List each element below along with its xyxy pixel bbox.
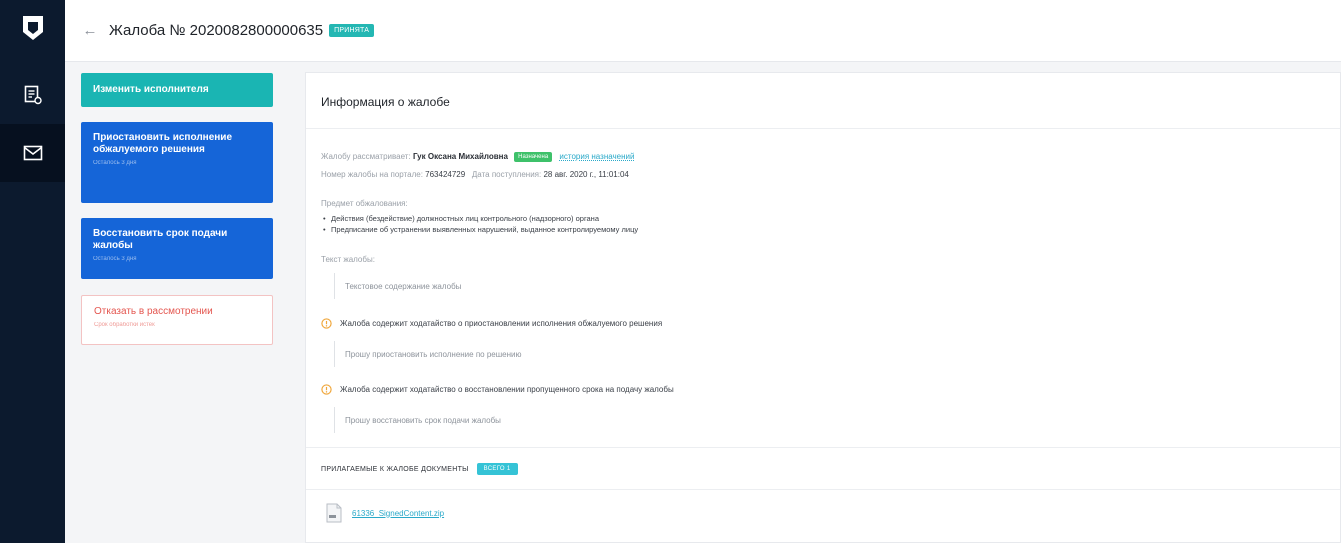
suspend-execution-label: Приостановить исполнение обжалуемого реш… (93, 132, 233, 155)
petition-restore-text: Жалоба содержит ходатайство о восстановл… (340, 385, 674, 394)
warning-icon (321, 384, 332, 395)
restore-deadline-label: Восстановить срок подачи жалобы (93, 228, 228, 251)
docs-count-badge: ВСЕГО 1 (476, 463, 518, 475)
page-title: Жалоба № 2020082800000635 (109, 22, 324, 39)
subject-label: Предмет обжалования: (321, 199, 408, 208)
nav-mail-button[interactable] (0, 124, 65, 182)
shield-logo-icon[interactable] (22, 15, 44, 41)
restore-deadline-remaining: Осталось 3 дня (93, 256, 137, 262)
restore-deadline-button[interactable]: Восстановить срок подачи жалобы Осталось… (81, 218, 273, 279)
change-executor-button[interactable]: Изменить исполнителя (81, 73, 273, 107)
nav-documents-button[interactable] (0, 66, 65, 124)
subject-list: Действия (бездействие) должностных лиц к… (321, 213, 638, 235)
attached-docs-title: ПРИЛАГАЕМЫЕ К ЖАЛОБЕ ДОКУМЕНТЫ (321, 465, 469, 473)
card-title: Информация о жалобе (321, 95, 450, 109)
complaint-text-label: Текст жалобы: (321, 255, 375, 264)
actions-panel: Изменить исполнителя Приостановить испол… (65, 62, 293, 543)
portal-number-label: Номер жалобы на портале: (321, 170, 423, 179)
main-content: Информация о жалобе Жалобу рассматривает… (293, 62, 1341, 543)
petition-restore-row: Жалоба содержит ходатайство о восстановл… (321, 384, 674, 395)
petition-restore-quote: Прошу восстановить срок подачи жалобы (334, 407, 501, 433)
back-arrow-icon[interactable]: ← (81, 22, 99, 40)
petition-suspend-text: Жалоба содержит ходатайство о приостанов… (340, 319, 663, 328)
attached-docs-heading: ПРИЛАГАЕМЫЕ К ЖАЛОБЕ ДОКУМЕНТЫ ВСЕГО 1 (321, 463, 518, 475)
divider (306, 128, 1340, 129)
attached-file[interactable]: 61336_SignedContent.zip (326, 503, 444, 523)
reviewer-label: Жалобу рассматривает: (321, 152, 411, 162)
app-root: ← Жалоба № 2020082800000635 ПРИНЯТА Изме… (0, 0, 1341, 543)
warning-icon (321, 318, 332, 329)
page-header: ← Жалоба № 2020082800000635 ПРИНЯТА (65, 0, 1341, 62)
portal-number: 763424729 (425, 170, 466, 179)
reviewer-row: Жалобу рассматривает: Гук Оксана Михайло… (321, 152, 634, 162)
file-name-link[interactable]: 61336_SignedContent.zip (352, 509, 444, 518)
reject-review-deadline: Срок обработки истек (94, 322, 155, 328)
suspend-execution-button[interactable]: Приостановить исполнение обжалуемого реш… (81, 122, 273, 203)
reject-review-button[interactable]: Отказать в рассмотрении Срок обработки и… (81, 295, 273, 345)
petition-suspend-quote: Прошу приостановить исполнение по решени… (334, 341, 521, 367)
suspend-execution-deadline: Осталось 3 дня (93, 160, 137, 166)
reject-review-label: Отказать в рассмотрении (94, 306, 213, 317)
envelope-icon (23, 145, 42, 161)
list-item: Предписание об устранении выявленных нар… (321, 224, 638, 235)
document-list-icon (24, 85, 42, 105)
received-label: Дата поступления: (471, 170, 542, 179)
portal-number-row: Номер жалобы на портале: 763424729 Дата … (321, 170, 629, 179)
reviewer-name: Гук Оксана Михайловна (412, 152, 508, 162)
history-link[interactable]: история назначений (559, 152, 634, 161)
divider (306, 489, 1340, 490)
list-item: Действия (бездействие) должностных лиц к… (321, 213, 638, 224)
status-badge: ПРИНЯТА (329, 24, 375, 37)
received-date: 28 авг. 2020 г., 11:01:04 (543, 170, 629, 179)
file-icon (326, 503, 342, 523)
complaint-info-card: Информация о жалобе Жалобу рассматривает… (305, 72, 1341, 543)
complaint-text: Текстовое содержание жалобы (334, 273, 461, 299)
reviewer-status-tag: Назначена (514, 152, 553, 162)
sidebar-rail (0, 0, 65, 543)
change-executor-label: Изменить исполнителя (93, 84, 209, 95)
divider (306, 447, 1340, 448)
petition-suspend-row: Жалоба содержит ходатайство о приостанов… (321, 318, 662, 329)
